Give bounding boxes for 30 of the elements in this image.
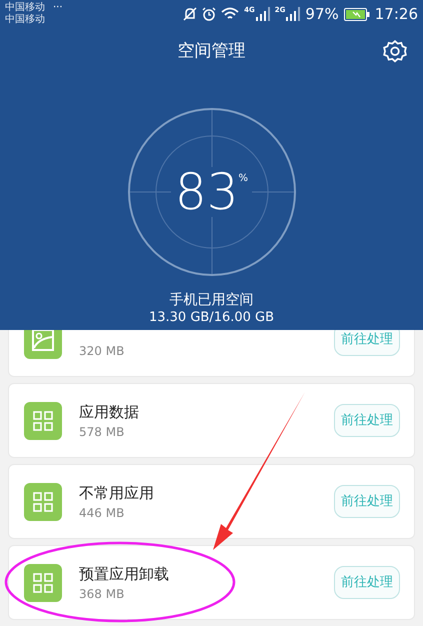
signal-icon [256, 7, 270, 21]
usage-percent: 83 [174, 167, 239, 217]
more-indicator: ··· [53, 1, 63, 15]
process-button[interactable]: 前往处理 [334, 566, 400, 599]
alarm-icon [202, 7, 216, 21]
apps-icon [24, 402, 62, 440]
percent-sign: % [238, 172, 248, 186]
carrier-name: 中国移动 [5, 2, 45, 14]
wifi-icon [221, 7, 240, 21]
apps-icon [24, 564, 62, 602]
usage-label: 手机已用空间 [168, 291, 254, 309]
item-name: 预置应用卸载 [79, 564, 169, 584]
apps-icon [24, 482, 62, 520]
battery-icon [344, 8, 370, 20]
process-button[interactable]: 前往处理 [334, 404, 400, 437]
carrier-name: 中国移动 [5, 14, 45, 26]
signal-icon [286, 7, 300, 21]
page-title: 空间管理 [178, 40, 246, 64]
mute-icon [183, 7, 198, 21]
item-size: 320 MB [79, 342, 124, 360]
battery-percent: 97% [305, 4, 339, 25]
item-size: 578 MB [79, 424, 126, 440]
process-button[interactable]: 前往处理 [334, 485, 400, 518]
item-name: 不常用应用 [79, 482, 154, 504]
item-size: 368 MB [79, 586, 126, 602]
usage-amount: 13.30 GB/16.00 GB [148, 309, 276, 327]
item-size: 446 MB [79, 504, 126, 522]
process-button[interactable]: 前往处理 [334, 330, 400, 356]
item-name: 应用数据 [79, 402, 139, 422]
clock-time: 17:26 [374, 4, 418, 25]
